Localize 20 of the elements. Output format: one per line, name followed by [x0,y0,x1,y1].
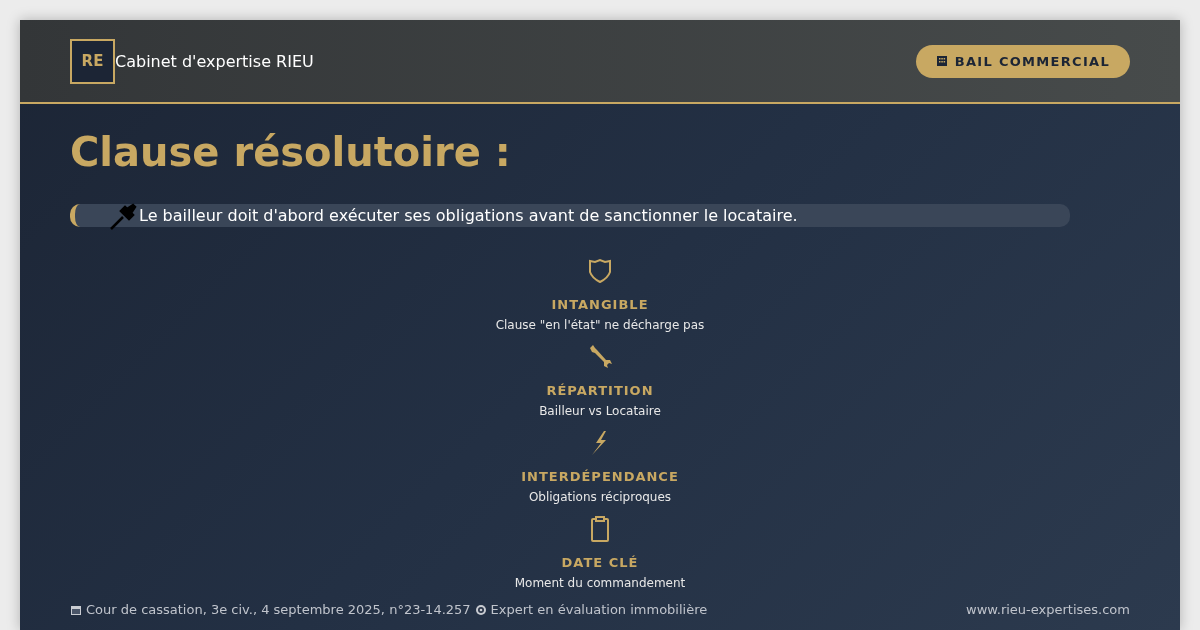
shield-icon [586,257,614,285]
feature-title: INTERDÉPENDANCE [521,469,679,485]
feature-description: Obligations réciproques [528,490,672,505]
building-icon [935,55,948,67]
feature-description: Bailleur vs Locataire [539,404,661,419]
website-link[interactable]: www.rieu-expertises.com [966,602,1130,617]
feature-title: INTANGIBLE [551,297,649,313]
feature-description: Moment du commandement [514,576,686,591]
citation-text: Cour de cassation, 3e civ., 4 septembre 2025, n°23-14.257 [86,602,471,617]
tagline-text: Expert en évaluation immobilière [490,602,708,617]
callout-text: Le bailleur doit d'abord exécuter ses obligations avant de sanctionner le locataire. [139,206,798,225]
feature-title: RÉPARTITION [546,383,654,399]
logo-mark: RE [70,38,115,84]
feature-description: Clause "en l'état" ne décharge pas [495,318,705,333]
calendar-icon [70,603,82,616]
target-icon [474,603,487,616]
company-name: Cabinet d'expertise RIEU [115,51,314,71]
category-badge: BAIL COMMERCIAL [915,44,1130,78]
feature-title: DATE CLÉ [561,555,639,571]
page-title: Clause résolutoire : [70,128,512,176]
